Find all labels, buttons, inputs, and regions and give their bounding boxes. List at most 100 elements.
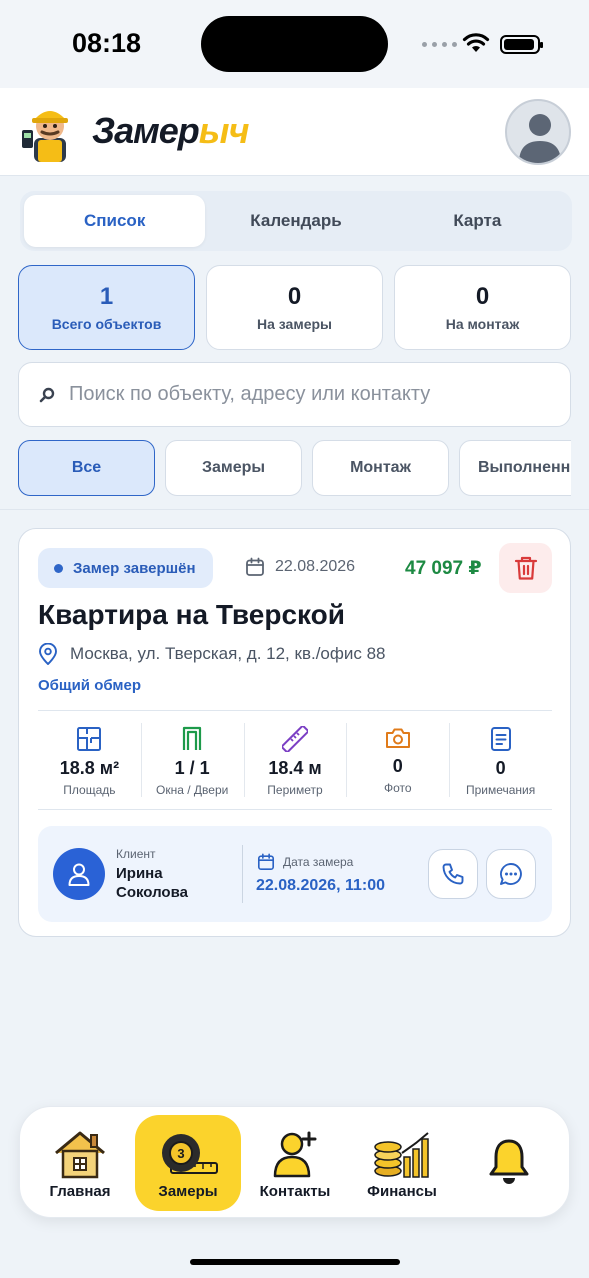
client-caption: Клиент xyxy=(116,847,156,861)
message-button[interactable] xyxy=(486,849,536,899)
metric-label: Площадь xyxy=(63,783,116,797)
tape-measure-icon: 3 xyxy=(162,1134,218,1174)
client-avatar xyxy=(53,848,105,900)
card-address-text: Москва, ул. Тверская, д. 12, кв./офис 88 xyxy=(70,644,386,663)
app-logo-text: Замерыч xyxy=(92,110,250,151)
client-name: Ирина Соколова xyxy=(116,865,188,901)
ruler-icon xyxy=(281,726,308,752)
phone-icon xyxy=(442,863,464,885)
view-tabs: Список Календарь Карта xyxy=(20,191,572,251)
nav-label: Главная xyxy=(49,1183,111,1200)
search-input[interactable] xyxy=(69,363,559,425)
nav-contacts[interactable]: Контакты xyxy=(242,1115,348,1211)
metric-label: Фото xyxy=(384,781,412,795)
filter-chip-all[interactable]: Все xyxy=(18,440,155,496)
home-indicator xyxy=(190,1259,400,1265)
status-time: 08:18 xyxy=(72,28,142,58)
stat-card-installation[interactable]: 0 На монтаж xyxy=(394,265,571,350)
metric-value: 0 xyxy=(392,756,403,776)
stat-card-total[interactable]: 1 Всего объектов xyxy=(18,265,195,350)
object-card[interactable]: Замер завершён 22.08.2026 47 097 ₽ Кварт… xyxy=(18,528,571,937)
stat-label: На монтаж xyxy=(445,316,520,332)
chat-icon xyxy=(500,863,522,885)
signal-dots-icon xyxy=(422,42,457,47)
battery-icon xyxy=(500,35,543,54)
card-price: 47 097 ₽ xyxy=(405,558,482,579)
measure-date-caption-text: Дата замера xyxy=(283,855,354,869)
user-icon xyxy=(68,863,90,886)
floor-plan-icon xyxy=(77,727,102,751)
metric-label: Окна / Двери xyxy=(156,783,229,797)
dynamic-island xyxy=(201,16,388,72)
calendar-icon xyxy=(257,853,275,871)
stat-label: На замеры xyxy=(257,316,332,332)
stat-label: Всего объектов xyxy=(51,316,162,332)
camera-icon xyxy=(385,728,410,748)
metric-value: 18.4 м xyxy=(268,758,322,778)
filter-chip-measurements[interactable]: Замеры xyxy=(165,440,302,496)
status-badge: Замер завершён xyxy=(38,548,213,588)
card-title: Квартира на Тверской xyxy=(38,599,345,630)
stat-card-measurements[interactable]: 0 На замеры xyxy=(206,265,383,350)
trash-icon xyxy=(514,556,537,580)
nav-label: Финансы xyxy=(367,1183,437,1200)
status-bar: 08:18 xyxy=(0,0,589,88)
card-scope-link[interactable]: Общий обмер xyxy=(38,677,141,694)
metric-value: 0 xyxy=(495,758,506,778)
filter-chip-installation[interactable]: Монтаж xyxy=(312,440,449,496)
nav-notifications[interactable] xyxy=(456,1115,562,1211)
tab-list[interactable]: Список xyxy=(24,195,206,247)
metric-area: 18.8 м² Площадь xyxy=(38,711,141,809)
metrics-row: 18.8 м² Площадь 1 / 1 Окна / Двери 18.4 … xyxy=(38,710,552,810)
nav-measurements[interactable]: 3 Замеры xyxy=(135,1115,241,1211)
metric-value: 1 / 1 xyxy=(174,758,210,778)
search-icon xyxy=(39,387,55,403)
metric-perimeter: 18.4 м Периметр xyxy=(243,711,347,809)
metric-notes: 0 Примечания xyxy=(449,711,552,809)
card-date: 22.08.2026 xyxy=(245,557,355,577)
divider xyxy=(242,845,243,903)
metric-value: 18.8 м² xyxy=(59,758,120,778)
card-date-text: 22.08.2026 xyxy=(275,558,356,575)
user-silhouette-icon xyxy=(519,114,561,163)
measure-date-caption: Дата замера xyxy=(257,853,353,871)
bell-icon xyxy=(489,1139,529,1184)
stat-value: 1 xyxy=(99,283,114,310)
delete-button[interactable] xyxy=(499,543,552,593)
calendar-icon xyxy=(246,557,264,576)
tab-map[interactable]: Карта xyxy=(387,195,568,247)
bottom-navigation: Главная 3 Замеры Контакты Финансы xyxy=(19,1106,570,1218)
card-address: Москва, ул. Тверская, д. 12, кв./офис 88 xyxy=(38,643,386,665)
metric-label: Примечания xyxy=(465,783,536,797)
tab-calendar[interactable]: Календарь xyxy=(205,195,386,247)
filter-chip-completed[interactable]: Выполненные xyxy=(459,440,571,496)
metric-windows-doors: 1 / 1 Окна / Двери xyxy=(140,711,244,809)
profile-avatar-button[interactable] xyxy=(505,99,571,165)
stat-value: 0 xyxy=(287,283,302,310)
nav-finance[interactable]: Финансы xyxy=(349,1115,455,1211)
mascot-logo-icon xyxy=(22,111,68,162)
status-dot-icon xyxy=(54,563,63,573)
measure-date-value: 22.08.2026, 11:00 xyxy=(256,877,386,894)
app-header: Замерыч xyxy=(0,88,589,176)
filter-chips: Все Замеры Монтаж Выполненные xyxy=(18,440,571,497)
location-pin-icon xyxy=(39,643,57,665)
coins-chart-icon xyxy=(374,1132,429,1178)
metric-photos: 0 Фото xyxy=(346,711,449,809)
status-badge-label: Замер завершён xyxy=(73,559,196,577)
call-button[interactable] xyxy=(428,849,478,899)
metric-label: Периметр xyxy=(267,783,323,797)
nav-label: Контакты xyxy=(259,1183,331,1200)
nav-home[interactable]: Главная xyxy=(27,1115,133,1211)
client-box: Клиент Ирина Соколова Дата замера 22.08.… xyxy=(38,826,552,922)
document-icon xyxy=(490,727,511,751)
divider xyxy=(0,509,589,510)
stat-value: 0 xyxy=(475,283,490,310)
door-icon xyxy=(183,726,202,750)
house-icon xyxy=(55,1131,105,1179)
add-contact-icon xyxy=(273,1131,317,1178)
nav-label: Замеры xyxy=(158,1183,218,1200)
search-bar xyxy=(18,362,571,427)
svg-text:3: 3 xyxy=(177,1146,184,1161)
wifi-icon xyxy=(462,33,490,52)
